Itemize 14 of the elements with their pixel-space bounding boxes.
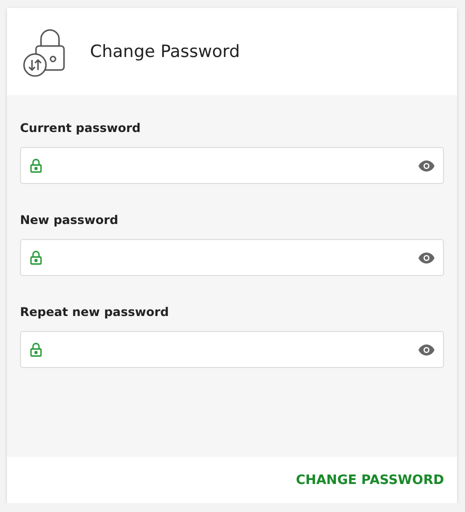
field-label: Current password <box>20 121 142 135</box>
eye-icon[interactable] <box>418 252 435 264</box>
lock-icon <box>30 250 42 265</box>
password-field[interactable] <box>20 239 444 276</box>
lock-icon <box>30 158 42 173</box>
dialog-title: Change Password <box>90 42 240 62</box>
password-field[interactable] <box>20 331 444 368</box>
field-label: New password <box>20 213 120 227</box>
password-field[interactable] <box>20 147 444 184</box>
lock-icon <box>30 342 42 357</box>
change-password-button[interactable]: CHANGE PASSWORD <box>296 468 444 492</box>
field-label: Repeat new password <box>20 305 170 319</box>
eye-icon[interactable] <box>418 160 435 172</box>
eye-icon[interactable] <box>418 344 435 356</box>
